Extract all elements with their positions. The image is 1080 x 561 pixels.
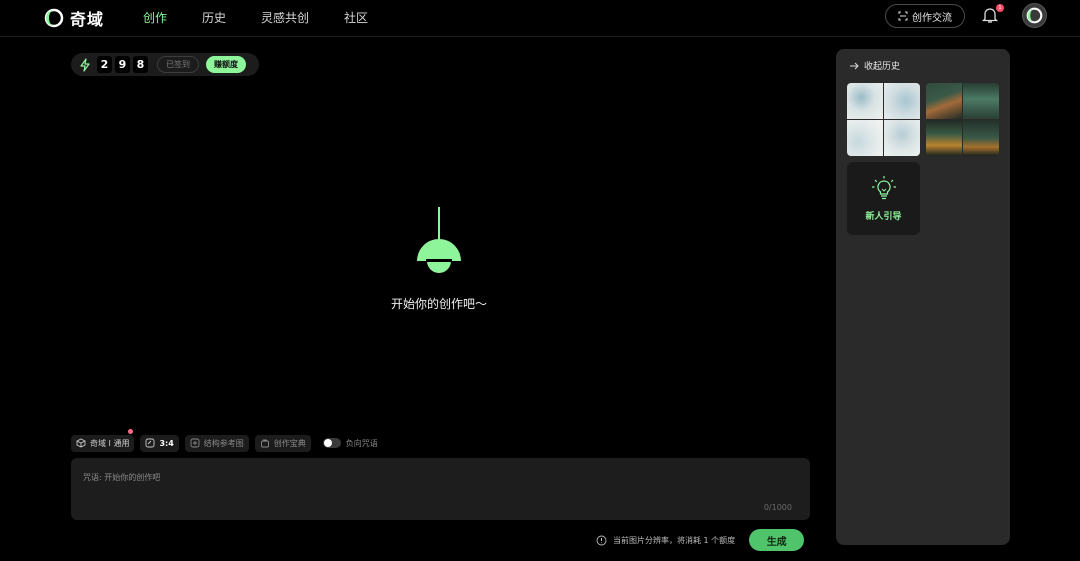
- negative-prompt-label: 负向咒语: [345, 438, 378, 448]
- bag-icon: [260, 439, 269, 448]
- ratio-icon: [146, 438, 155, 448]
- credit-digit: 9: [115, 56, 130, 73]
- cube-icon: [76, 438, 86, 448]
- model-label: 奇域 I 通用: [90, 438, 130, 448]
- collapse-history-button[interactable]: 收起历史: [849, 59, 900, 72]
- credit-digit: 2: [97, 56, 112, 73]
- info-icon: [596, 535, 607, 545]
- lamp-icon: [417, 207, 461, 273]
- creation-manual-label: 创作宝典: [273, 438, 306, 448]
- history-thumbnail[interactable]: [926, 83, 999, 156]
- signed-in-badge: 已签到: [157, 56, 199, 73]
- cost-hint-text: 当前图片分辨率，将消耗 1 个额度: [613, 535, 736, 545]
- negative-prompt-toggle-group: 负向咒语: [322, 438, 378, 449]
- brand-logo[interactable]: 奇域: [44, 6, 104, 30]
- history-panel: 收起历史 新人引导: [836, 49, 1010, 545]
- collapse-history-label: 收起历史: [864, 62, 901, 72]
- notification-badge: 1: [996, 4, 1004, 12]
- main-nav: 创作 历史 灵感共创 社区: [143, 9, 403, 26]
- prompt-input[interactable]: [83, 470, 683, 484]
- lightbulb-icon: [871, 176, 896, 200]
- prompt-box: 0/1000: [71, 458, 810, 520]
- model-selector[interactable]: 奇域 I 通用: [71, 434, 135, 452]
- lightning-icon: [80, 57, 90, 72]
- avatar-logo-icon: [1026, 7, 1043, 24]
- empty-state: 开始你的创作吧～: [380, 205, 498, 312]
- nav-item-create[interactable]: 创作: [143, 9, 167, 26]
- nav-item-inspiration[interactable]: 灵感共创: [261, 9, 309, 26]
- nav-item-history[interactable]: 历史: [202, 9, 226, 26]
- top-bar: 奇域 创作 历史 灵感共创 社区 创作交流 1: [0, 0, 1080, 37]
- nav-item-community[interactable]: 社区: [344, 9, 368, 26]
- character-counter: 0/1000: [763, 503, 792, 512]
- history-thumbnail[interactable]: [847, 83, 920, 156]
- structure-reference-button[interactable]: 结构参考图: [184, 434, 249, 452]
- newbie-guide-label: 新人引导: [865, 212, 902, 222]
- cost-hint: 当前图片分辨率，将消耗 1 个额度: [596, 535, 735, 546]
- generation-options: 奇域 I 通用 3:4 结构参考图 创作宝典 负向咒语: [71, 434, 378, 452]
- generate-button[interactable]: 生成: [749, 529, 805, 551]
- credit-digit: 8: [133, 56, 148, 73]
- newbie-guide-card[interactable]: 新人引导: [847, 162, 920, 235]
- add-image-icon: [190, 438, 200, 448]
- structure-reference-label: 结构参考图: [203, 438, 244, 448]
- logo-icon: [44, 8, 64, 28]
- negative-prompt-toggle[interactable]: [322, 438, 341, 448]
- creation-exchange-label: 创作交流: [912, 12, 952, 24]
- aspect-ratio-label: 3:4: [159, 438, 174, 448]
- aspect-ratio-selector[interactable]: 3:4: [140, 434, 179, 452]
- creation-manual-button[interactable]: 创作宝典: [254, 434, 311, 452]
- brand-name: 奇域: [70, 10, 105, 29]
- scan-icon: [898, 11, 908, 21]
- credits-bar: 2 9 8 已签到 赚额度: [71, 53, 259, 76]
- earn-credits-button[interactable]: 赚额度: [206, 56, 246, 73]
- empty-state-text: 开始你的创作吧～: [390, 297, 487, 311]
- arrow-right-icon: [850, 62, 859, 69]
- avatar[interactable]: [1022, 3, 1047, 28]
- creation-exchange-button[interactable]: 创作交流: [885, 4, 965, 28]
- generate-row: 当前图片分辨率，将消耗 1 个额度 生成: [596, 529, 805, 551]
